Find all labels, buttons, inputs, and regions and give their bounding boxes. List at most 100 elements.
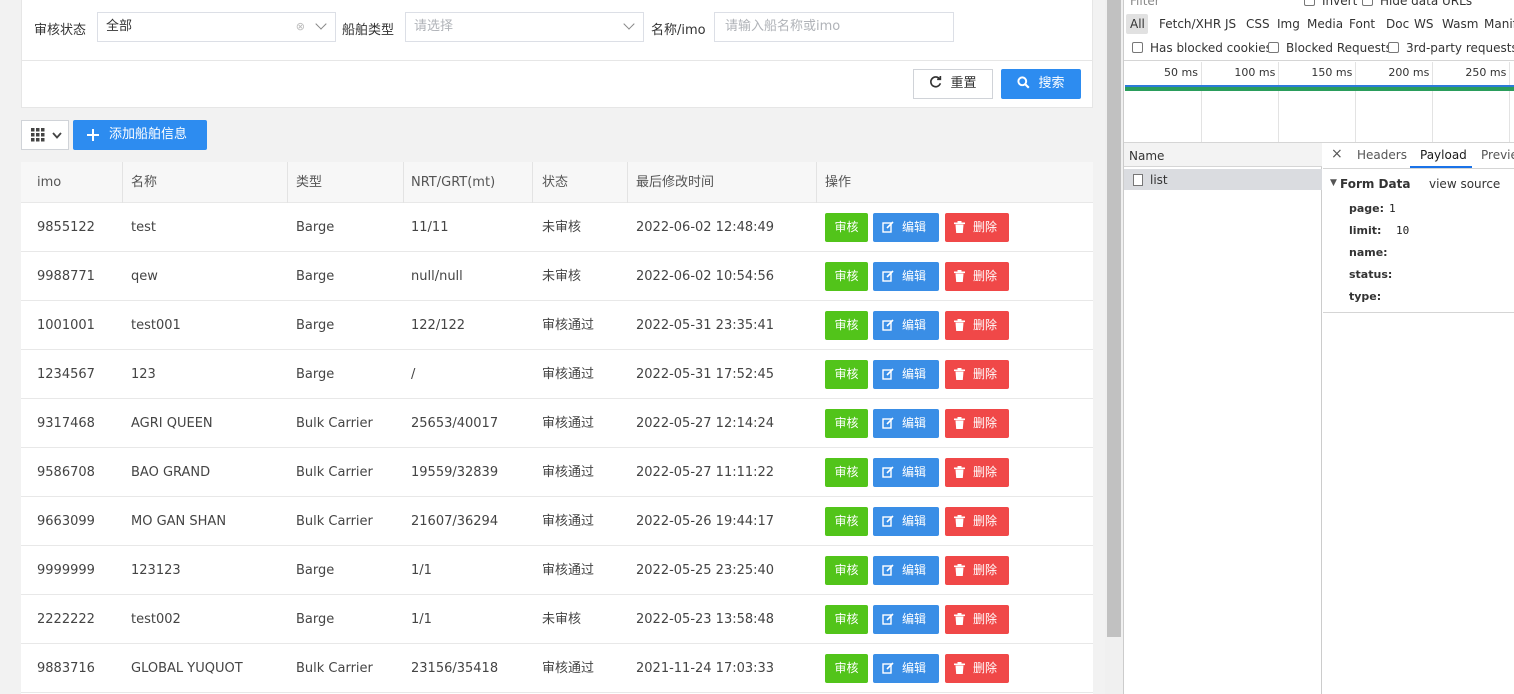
type-filter-css[interactable]: CSS: [1246, 17, 1270, 31]
add-vessel-button[interactable]: 添加船舶信息: [73, 120, 207, 150]
edit-label: 编辑: [901, 563, 926, 577]
type-filter-wasm[interactable]: Wasm: [1442, 17, 1478, 31]
trash-icon: [954, 417, 965, 429]
delete-button[interactable]: 删除: [945, 654, 1009, 683]
document-icon: [1133, 174, 1143, 186]
third-party-checkbox[interactable]: [1388, 42, 1399, 53]
edit-button[interactable]: 编辑: [873, 556, 939, 585]
cell-type: Bulk Carrier: [296, 465, 373, 480]
edit-button[interactable]: 编辑: [873, 409, 939, 438]
network-filter-input[interactable]: Filter: [1130, 0, 1160, 8]
audit-button[interactable]: 审核: [825, 458, 868, 487]
tab-payload[interactable]: Payload: [1420, 148, 1467, 162]
trash-icon: [954, 564, 965, 576]
delete-button[interactable]: 删除: [945, 458, 1009, 487]
blocked-cookies-checkbox[interactable]: [1132, 42, 1143, 53]
edit-button[interactable]: 编辑: [873, 654, 939, 683]
delete-label: 删除: [972, 563, 997, 577]
table-row: 1001001 test001 Barge 122/122 审核通过 2022-…: [21, 301, 1093, 350]
type-filter-fetch-xhr[interactable]: Fetch/XHR: [1159, 17, 1221, 31]
blocked-requests-label: Blocked Requests: [1286, 41, 1392, 55]
type-filter-ws[interactable]: WS: [1414, 17, 1433, 31]
tab-preview[interactable]: Preview: [1481, 148, 1514, 162]
cell-status: 审核通过: [542, 514, 595, 529]
audit-button[interactable]: 审核: [825, 605, 868, 634]
table-row: 9999999 123123 Barge 1/1 审核通过 2022-05-25…: [21, 546, 1093, 595]
invert-checkbox[interactable]: [1304, 0, 1315, 6]
edit-button[interactable]: 编辑: [873, 311, 939, 340]
audit-button[interactable]: 审核: [825, 556, 868, 585]
reset-label: 重置: [950, 76, 977, 91]
edit-button[interactable]: 编辑: [873, 213, 939, 242]
edit-icon: [882, 417, 894, 429]
hide-data-urls-label: Hide data URLs: [1380, 0, 1473, 8]
audit-button[interactable]: 审核: [825, 507, 868, 536]
expand-triangle-icon[interactable]: ▼: [1330, 178, 1337, 188]
edit-label: 编辑: [901, 514, 926, 528]
delete-label: 删除: [972, 318, 997, 332]
close-details-icon[interactable]: ×: [1331, 146, 1343, 162]
cell-type: Barge: [296, 220, 335, 235]
request-row-list[interactable]: list: [1124, 169, 1322, 190]
type-select[interactable]: 请选择: [405, 12, 644, 42]
audit-button[interactable]: 审核: [825, 262, 868, 291]
edit-label: 编辑: [901, 612, 926, 626]
type-filter-img[interactable]: Img: [1277, 17, 1300, 31]
cell-type: Barge: [296, 612, 335, 627]
form-field-key: type:: [1349, 290, 1382, 303]
audit-button[interactable]: 审核: [825, 360, 868, 389]
edit-label: 编辑: [901, 416, 926, 430]
cell-modified: 2022-05-25 23:25:40: [636, 563, 775, 578]
cell-name: 123123: [131, 563, 181, 578]
add-vessel-label: 添加船舶信息: [109, 127, 188, 142]
edit-icon: [882, 613, 894, 625]
delete-button[interactable]: 删除: [945, 507, 1009, 536]
delete-button[interactable]: 删除: [945, 605, 1009, 634]
type-filter-font[interactable]: Font: [1349, 17, 1375, 31]
tab-headers[interactable]: Headers: [1357, 148, 1407, 162]
view-source-link[interactable]: view source: [1429, 177, 1500, 191]
cell-name: AGRI QUEEN: [131, 416, 213, 431]
edit-button[interactable]: 编辑: [873, 262, 939, 291]
blocked-requests-checkbox[interactable]: [1268, 42, 1279, 53]
type-filter-all[interactable]: All: [1130, 17, 1145, 31]
delete-button[interactable]: 删除: [945, 262, 1009, 291]
cell-type: Barge: [296, 318, 335, 333]
edit-button[interactable]: 编辑: [873, 605, 939, 634]
edit-icon: [882, 270, 894, 282]
form-data-title[interactable]: Form Data: [1340, 177, 1410, 191]
audit-button[interactable]: 审核: [825, 409, 868, 438]
delete-button[interactable]: 删除: [945, 213, 1009, 242]
edit-icon: [882, 564, 894, 576]
name-filter-label: 名称/imo: [651, 23, 706, 38]
status-filter-label: 审核状态: [34, 23, 87, 38]
type-filter-js[interactable]: JS: [1225, 17, 1236, 31]
delete-button[interactable]: 删除: [945, 311, 1009, 340]
search-button[interactable]: 搜索: [1001, 69, 1081, 99]
hide-data-urls-checkbox[interactable]: [1362, 0, 1373, 6]
delete-button[interactable]: 删除: [945, 556, 1009, 585]
delete-button[interactable]: 删除: [945, 360, 1009, 389]
name-imo-input[interactable]: 请输入船名称或imo: [714, 12, 954, 42]
type-filter-media[interactable]: Media: [1307, 17, 1343, 31]
column-toggle-button[interactable]: [21, 120, 69, 150]
type-filter-manif[interactable]: Manif: [1484, 17, 1514, 31]
delete-label: 删除: [972, 661, 997, 675]
page-scrollbar-thumb[interactable]: [1107, 0, 1121, 637]
timeline-tick-label: 200 ms: [1388, 66, 1430, 79]
clear-icon[interactable]: ⊗: [296, 13, 305, 41]
header-type: 类型: [296, 175, 323, 190]
delete-button[interactable]: 删除: [945, 409, 1009, 438]
status-select[interactable]: 全部 ⊗: [97, 12, 336, 42]
audit-button[interactable]: 审核: [825, 654, 868, 683]
audit-button[interactable]: 审核: [825, 213, 868, 242]
audit-button[interactable]: 审核: [825, 311, 868, 340]
name-column-header[interactable]: Name: [1129, 149, 1164, 163]
edit-button[interactable]: 编辑: [873, 360, 939, 389]
reset-button[interactable]: 重置: [913, 69, 993, 99]
edit-button[interactable]: 编辑: [873, 458, 939, 487]
timeline-gridline: [1509, 62, 1510, 142]
cell-status: 未审核: [542, 269, 582, 284]
edit-button[interactable]: 编辑: [873, 507, 939, 536]
type-filter-doc[interactable]: Doc: [1386, 17, 1409, 31]
